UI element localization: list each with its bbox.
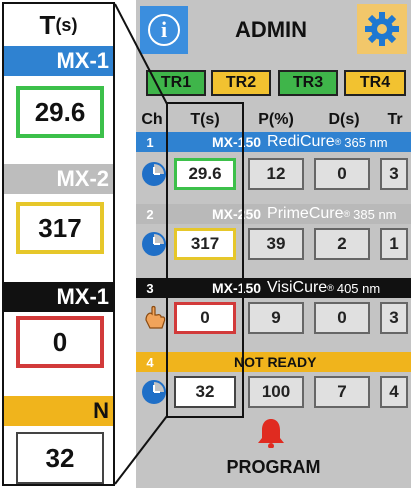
tab-tr2[interactable]: TR2 [211, 70, 271, 96]
info-icon: i [148, 14, 180, 46]
column-header-tr: Tr [387, 111, 403, 128]
channel-3-power[interactable]: 9 [248, 302, 304, 334]
column-highlight-frame [166, 102, 244, 418]
channel-wavelength: 385 nm [353, 206, 397, 222]
zoom-header-unit: (s) [55, 14, 78, 35]
page-title: ADMIN [234, 17, 308, 42]
registered-mark: ® [327, 283, 334, 293]
channel-product: VisiCure [267, 279, 328, 296]
column-header-ch: Ch [141, 111, 163, 128]
column-header-d: D(s) [328, 111, 360, 128]
zoom-value-2: 317 [16, 202, 104, 254]
channel-wavelength: 365 nm [344, 134, 388, 150]
tab-tr4[interactable]: TR4 [344, 70, 406, 96]
zoom-band-4: N [4, 396, 113, 426]
channel-4-trigger[interactable]: 4 [380, 376, 408, 408]
channel-2-trigger[interactable]: 1 [380, 228, 408, 260]
channel-3-trigger[interactable]: 3 [380, 302, 408, 334]
channel-3-delay[interactable]: 0 [314, 302, 370, 334]
zoom-callout: T (s) MX-1 29.6 MX-2 317 MX-1 0 N 32 [2, 2, 115, 486]
channel-number: 4 [146, 354, 154, 370]
alarm-bell-button[interactable] [254, 416, 288, 450]
registered-mark: ® [343, 209, 351, 219]
settings-button[interactable] [357, 4, 407, 54]
channel-1-power[interactable]: 12 [248, 158, 304, 190]
channel-2-power[interactable]: 39 [248, 228, 304, 260]
channel-status: NOT READY [234, 354, 317, 370]
zoom-header: T (s) [4, 4, 113, 46]
column-header-p: P(%) [258, 111, 294, 128]
clock-icon[interactable] [140, 378, 168, 411]
zoom-band-1: MX-1 [4, 46, 113, 76]
channel-number: 1 [146, 134, 154, 150]
channel-product: RediCure [267, 133, 335, 150]
clock-icon[interactable] [140, 160, 168, 193]
channel-1-trigger[interactable]: 3 [380, 158, 408, 190]
zoom-band-2: MX-2 [4, 164, 113, 194]
channel-wavelength: 405 nm [336, 280, 381, 296]
bell-icon [258, 419, 284, 449]
channel-product: PrimeCure [267, 205, 344, 222]
tab-tr1[interactable]: TR1 [146, 70, 206, 96]
channel-4-delay[interactable]: 7 [314, 376, 370, 408]
info-button[interactable]: i [140, 6, 188, 54]
zoom-value-4: 32 [16, 432, 104, 484]
channel-2-delay[interactable]: 2 [314, 228, 370, 260]
clock-icon[interactable] [140, 230, 168, 263]
channel-1-delay[interactable]: 0 [314, 158, 370, 190]
gear-icon [365, 12, 399, 46]
channel-number: 3 [146, 280, 154, 296]
zoom-header-label: T [39, 9, 56, 40]
zoom-band-3: MX-1 [4, 282, 113, 312]
channel-number: 2 [146, 206, 154, 222]
program-button[interactable]: PROGRAM [136, 448, 411, 486]
tab-tr3[interactable]: TR3 [278, 70, 338, 96]
zoom-value-1: 29.6 [16, 86, 104, 138]
zoom-value-3: 0 [16, 316, 104, 368]
registered-mark: ® [334, 137, 342, 147]
hand-icon[interactable] [140, 304, 168, 337]
channel-4-power[interactable]: 100 [248, 376, 304, 408]
